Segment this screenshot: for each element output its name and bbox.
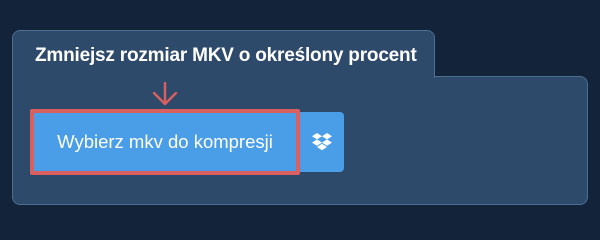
dropbox-button[interactable]	[300, 112, 344, 172]
panel-title: Zmniejsz rozmiar MKV o określony procent	[35, 45, 417, 66]
arrow-down-icon	[152, 82, 178, 106]
tab-joint	[13, 74, 434, 78]
panel-tab: Zmniejsz rozmiar MKV o określony procent	[12, 30, 435, 78]
choose-file-button[interactable]: Wybierz mkv do kompresji	[30, 109, 300, 175]
dropbox-icon	[312, 133, 332, 151]
